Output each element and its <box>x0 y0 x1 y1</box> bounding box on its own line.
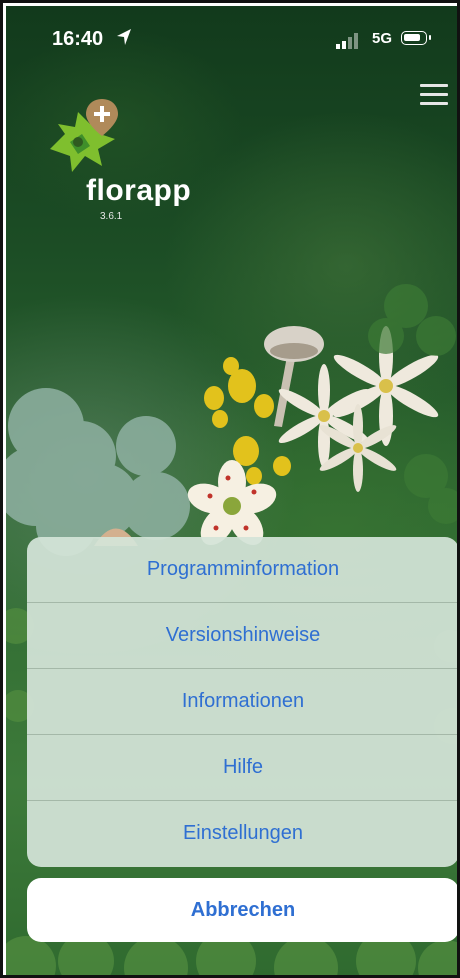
hamburger-menu-icon[interactable] <box>420 84 448 106</box>
florapp-logo-icon <box>50 99 118 172</box>
action-informationen[interactable]: Informationen <box>27 669 457 735</box>
action-hilfe[interactable]: Hilfe <box>27 735 457 801</box>
location-arrow-icon <box>117 29 131 45</box>
lichen-illustration <box>6 388 190 556</box>
action-programminformation[interactable]: Programminformation <box>27 537 457 603</box>
screenshot-frame: 16:40 5G florapp 3.6.1 Programminformati… <box>0 0 460 978</box>
app-version: 3.6.1 <box>100 211 123 222</box>
app-name: florapp <box>86 174 192 207</box>
action-sheet: Programminformation Versionshinweise Inf… <box>27 537 457 867</box>
action-versionshinweise[interactable]: Versionshinweise <box>27 603 457 669</box>
cancel-button[interactable]: Abbrechen <box>27 878 457 942</box>
status-time: 16:40 <box>52 28 104 50</box>
status-bar: 16:40 5G <box>6 6 457 68</box>
app-screen: 16:40 5G florapp 3.6.1 Programminformati… <box>6 6 457 975</box>
signal-icon <box>336 33 358 49</box>
action-einstellungen[interactable]: Einstellungen <box>27 801 457 866</box>
network-type: 5G <box>372 30 393 47</box>
battery-icon <box>401 31 431 45</box>
